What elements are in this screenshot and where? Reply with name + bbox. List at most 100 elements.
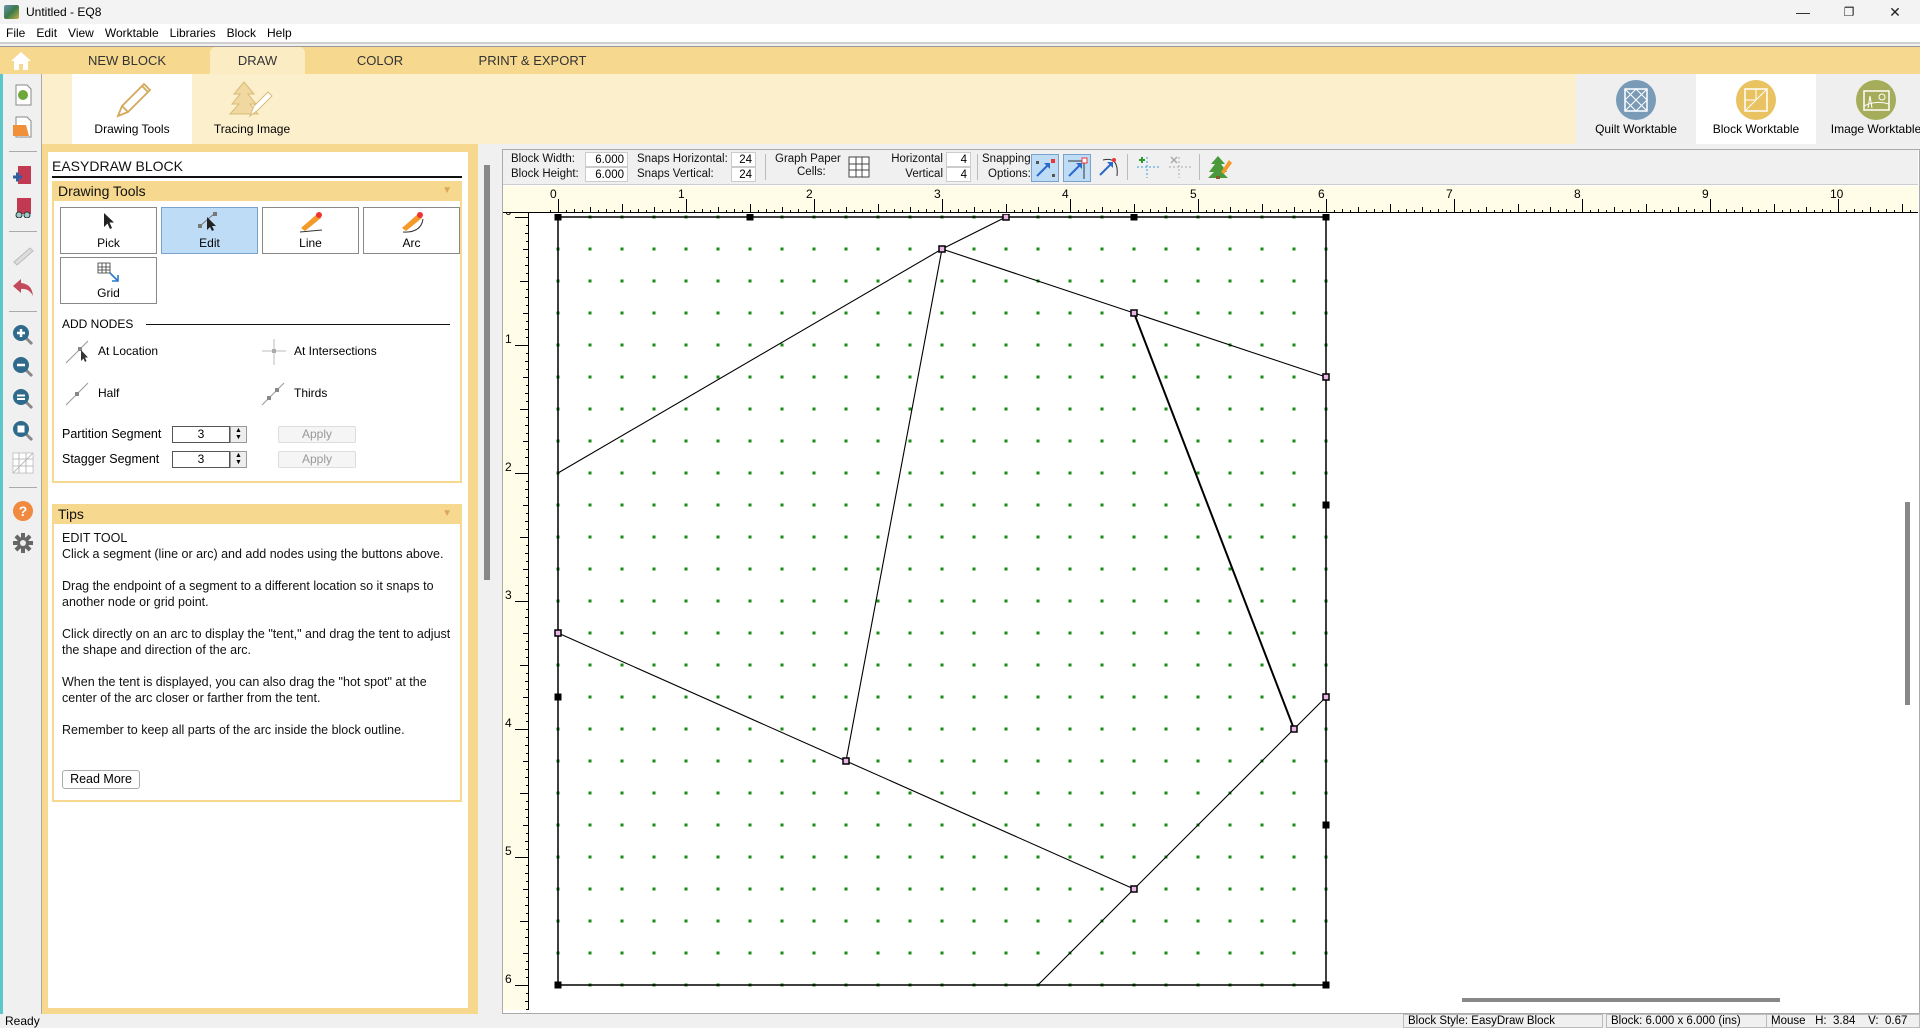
view-sketchbook-icon[interactable] — [12, 196, 34, 219]
segment[interactable] — [557, 248, 943, 474]
snap-to-node-button[interactable] — [1063, 154, 1091, 182]
block-width-input[interactable]: 6.000 — [585, 152, 628, 167]
grid-tool-button[interactable]: Grid — [60, 257, 157, 304]
block-height-input[interactable]: 6.000 — [585, 167, 628, 182]
segment[interactable] — [557, 632, 847, 762]
tab-new-block[interactable]: NEW BLOCK — [72, 47, 182, 75]
stagger-segment-input[interactable]: 3 — [172, 451, 230, 468]
segment-node[interactable] — [1290, 725, 1298, 733]
segment-node[interactable] — [554, 629, 562, 637]
quilt-worktable-button[interactable]: Quilt Worktable — [1576, 74, 1696, 144]
pick-tool-button[interactable]: Pick — [60, 207, 157, 254]
selected-segment[interactable] — [1133, 312, 1295, 730]
outline-handle[interactable] — [1322, 981, 1330, 989]
read-more-button[interactable]: Read More — [62, 770, 140, 789]
segment-node[interactable] — [1130, 309, 1138, 317]
snap-to-curve-button[interactable] — [1095, 154, 1123, 182]
menu-block[interactable]: Block — [221, 24, 261, 40]
snaps-vertical-input[interactable]: 24 — [731, 167, 756, 182]
segment-node[interactable] — [1130, 885, 1138, 893]
refresh-zoom-icon[interactable] — [12, 388, 34, 410]
menu-view[interactable]: View — [62, 24, 99, 40]
close-button[interactable]: ✕ — [1872, 0, 1918, 24]
collapse-chevron-icon[interactable]: ▼ — [442, 181, 452, 201]
tips-collapse-chevron-icon[interactable]: ▼ — [442, 504, 452, 524]
line-tool-button[interactable]: Line — [262, 207, 359, 254]
undo-icon[interactable] — [12, 276, 34, 298]
open-project-icon[interactable] — [12, 116, 34, 138]
menu-edit[interactable]: Edit — [30, 24, 62, 40]
segment[interactable] — [1133, 312, 1327, 378]
segment-node[interactable] — [1322, 373, 1330, 381]
drawing-tools-button[interactable]: Drawing Tools — [72, 74, 192, 144]
outline-handle[interactable] — [554, 214, 562, 221]
add-node-at-intersections-button[interactable]: At Intersections — [260, 339, 440, 365]
graph-paper-icon[interactable] — [848, 156, 870, 181]
snap-to-grid-button[interactable] — [1031, 154, 1059, 182]
tab-draw[interactable]: DRAW — [210, 47, 305, 75]
tab-color[interactable]: COLOR — [320, 47, 440, 75]
menu-file[interactable]: File — [0, 24, 30, 40]
grid-snap-point — [876, 343, 880, 347]
add-node-half-button[interactable]: Half — [64, 382, 204, 406]
add-node-thirds-button[interactable]: Thirds — [260, 382, 400, 406]
outline-handle[interactable] — [1130, 214, 1138, 221]
outline-handle[interactable] — [746, 214, 754, 221]
zoom-out-icon[interactable] — [12, 356, 34, 378]
maximize-button[interactable]: ❐ — [1826, 0, 1872, 24]
add-node-at-location-button[interactable]: At Location — [64, 340, 204, 364]
segment-node[interactable] — [1322, 693, 1330, 701]
show-grid-icon[interactable] — [12, 452, 34, 474]
outline-handle[interactable] — [1322, 214, 1330, 221]
snaps-horizontal-input[interactable]: 24 — [731, 152, 756, 167]
tab-print-export[interactable]: PRINT & EXPORT — [470, 47, 595, 75]
segment[interactable] — [1133, 728, 1295, 890]
partition-segment-input[interactable]: 3 — [172, 426, 230, 443]
segment[interactable] — [845, 248, 943, 762]
tips-header[interactable]: Tips ▼ — [52, 504, 462, 524]
outline-handle[interactable] — [554, 981, 562, 989]
block-worktable-button[interactable]: Block Worktable — [1696, 74, 1816, 144]
zoom-in-icon[interactable] — [12, 324, 34, 346]
segment[interactable] — [1037, 888, 1135, 986]
segment-node[interactable] — [842, 757, 850, 765]
ruler-icon[interactable] — [12, 244, 34, 266]
canvas-horizontal-scrollbar[interactable] — [1462, 998, 1780, 1002]
outline-handle[interactable] — [1322, 821, 1330, 829]
add-guide-button[interactable] — [1135, 154, 1163, 182]
home-icon[interactable] — [10, 51, 32, 71]
delete-guide-button[interactable] — [1167, 154, 1195, 182]
segment-node[interactable] — [1002, 214, 1010, 221]
minimize-button[interactable]: — — [1780, 0, 1826, 24]
stagger-apply-button[interactable]: Apply — [278, 451, 356, 468]
edit-tool-button[interactable]: Edit — [161, 207, 258, 254]
menu-libraries[interactable]: Libraries — [164, 24, 221, 40]
segment[interactable] — [941, 216, 1007, 250]
tracing-image-tool-button[interactable] — [1207, 154, 1235, 182]
segment-node[interactable] — [938, 245, 946, 253]
partition-segment-stepper[interactable]: ▲ ▼ — [230, 426, 247, 443]
help-icon[interactable]: ? — [12, 500, 34, 522]
segment[interactable] — [845, 760, 1135, 890]
menu-help[interactable]: Help — [261, 24, 297, 40]
panel-scrollbar[interactable] — [484, 165, 490, 580]
outline-handle[interactable] — [1322, 501, 1330, 509]
canvas-vertical-scrollbar[interactable] — [1905, 502, 1910, 705]
menu-worktable[interactable]: Worktable — [99, 24, 164, 40]
segment[interactable] — [941, 248, 1135, 314]
block-drawing-canvas[interactable] — [530, 214, 1903, 997]
vertical-cells-input[interactable]: 4 — [946, 167, 971, 182]
drawing-tools-header[interactable]: Drawing Tools ▼ — [52, 181, 462, 201]
outline-handle[interactable] — [554, 693, 562, 701]
tracing-image-button[interactable]: Tracing Image — [192, 74, 312, 144]
add-to-sketchbook-icon[interactable] — [12, 164, 34, 186]
settings-icon[interactable] — [12, 532, 34, 554]
stagger-segment-stepper[interactable]: ▲ ▼ — [230, 451, 247, 468]
horizontal-cells-input[interactable]: 4 — [946, 152, 971, 167]
partition-apply-button[interactable]: Apply — [278, 426, 356, 443]
new-project-icon[interactable] — [12, 84, 34, 106]
segment[interactable] — [1293, 696, 1327, 730]
fit-to-worktable-icon[interactable] — [12, 420, 34, 442]
image-worktable-button[interactable]: Image Worktable — [1816, 74, 1920, 144]
arc-tool-button[interactable]: Arc — [363, 207, 460, 254]
